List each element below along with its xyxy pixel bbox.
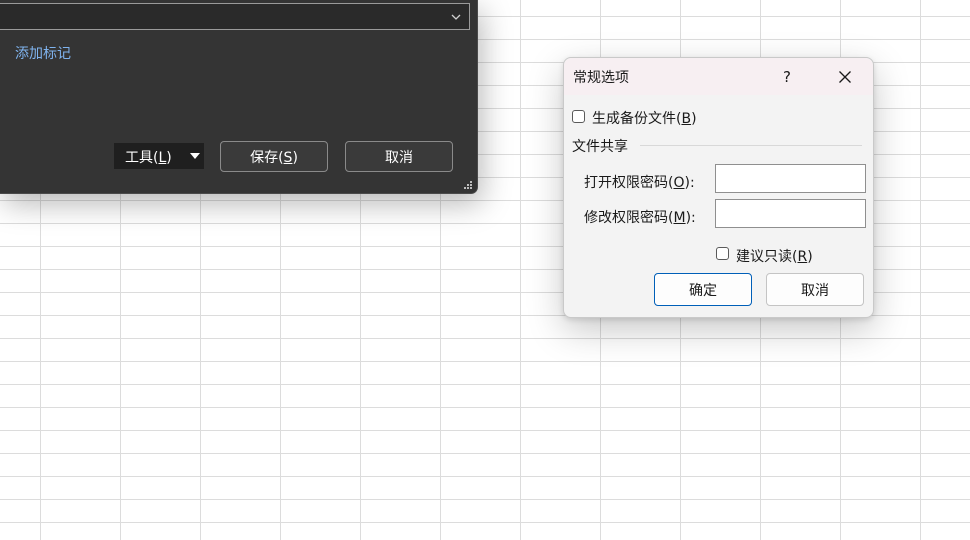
help-button[interactable]: ? xyxy=(770,58,804,95)
file-sharing-section-title: 文件共享 xyxy=(572,139,628,155)
chevron-down-icon[interactable] xyxy=(449,10,463,24)
readonly-checkbox-label[interactable]: 建议只读(R) xyxy=(736,246,813,266)
dialog-titlebar: 常规选项 ? xyxy=(564,58,873,95)
section-divider xyxy=(640,145,862,146)
tools-button[interactable]: 工具(L) xyxy=(114,143,204,169)
tools-button-label: 工具(L) xyxy=(125,150,172,166)
save-as-dialog: 添加标记 工具(L) 保存(S) 取消 xyxy=(0,0,478,194)
backup-checkbox-label[interactable]: 生成备份文件(B) xyxy=(592,108,697,128)
save-dialog-cancel-button[interactable]: 取消 xyxy=(345,141,453,172)
ok-button[interactable]: 确定 xyxy=(654,273,752,306)
dialog-title: 常规选项 xyxy=(573,70,629,86)
save-button[interactable]: 保存(S) xyxy=(220,141,328,172)
open-password-input[interactable] xyxy=(715,164,866,193)
backup-checkbox[interactable] xyxy=(572,110,585,123)
close-icon xyxy=(839,70,851,83)
add-tag-link[interactable]: 添加标记 xyxy=(15,43,71,63)
general-options-dialog: 常规选项 ? 生成备份文件(B) 文件共享 打开权限密码(O): 修改权限密码(… xyxy=(563,57,874,318)
readonly-recommended-checkbox[interactable] xyxy=(716,247,729,260)
cancel-button[interactable]: 取消 xyxy=(766,273,864,306)
open-password-label: 打开权限密码(O): xyxy=(584,175,695,191)
save-button-label: 保存(S) xyxy=(250,149,298,166)
dropdown-arrow-icon[interactable] xyxy=(190,153,200,159)
file-type-combo[interactable] xyxy=(0,3,470,30)
modify-password-label: 修改权限密码(M): xyxy=(584,210,696,226)
close-button[interactable] xyxy=(828,58,862,95)
resize-grip-icon[interactable] xyxy=(463,180,473,190)
modify-password-input[interactable] xyxy=(715,199,866,228)
